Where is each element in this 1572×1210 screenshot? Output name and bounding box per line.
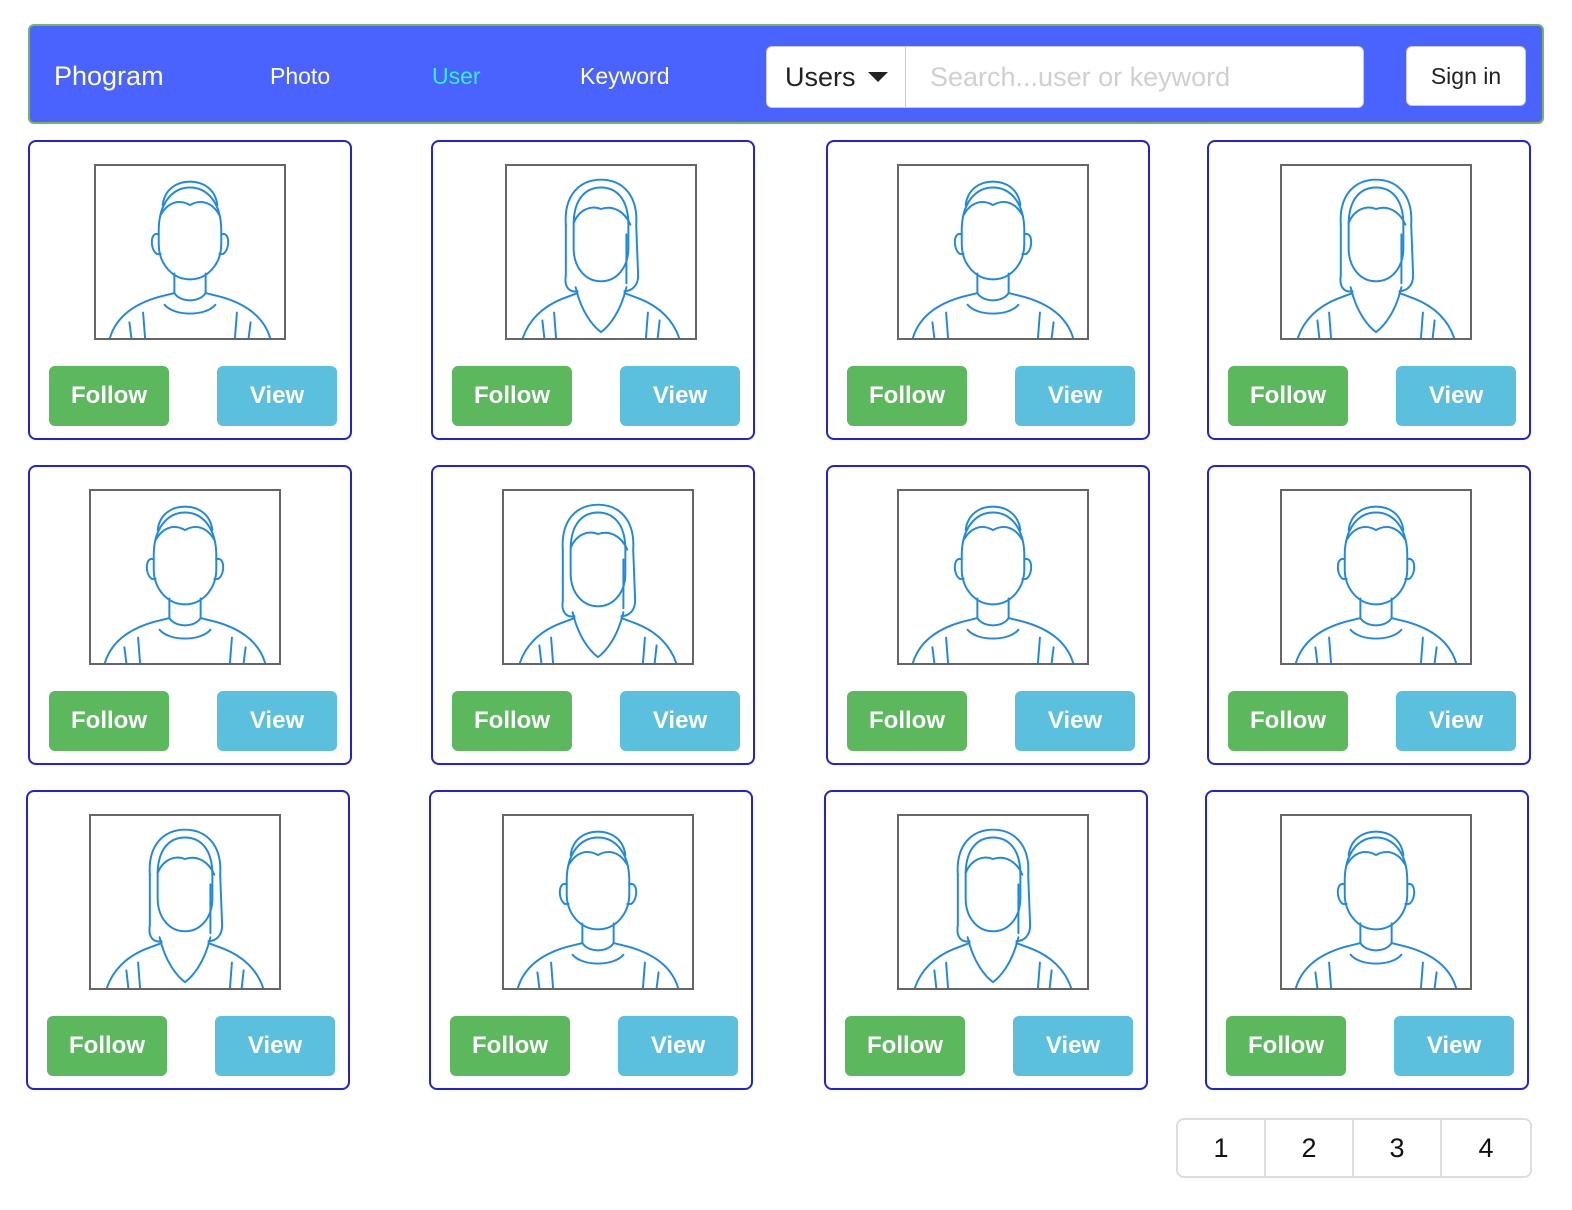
page-link-3[interactable]: 3 (1354, 1120, 1442, 1176)
view-button[interactable]: View (1394, 1016, 1514, 1076)
view-button[interactable]: View (217, 366, 337, 426)
follow-button[interactable]: Follow (845, 1016, 965, 1076)
user-card: Follow View (1205, 790, 1529, 1090)
view-button[interactable]: View (1015, 691, 1135, 751)
view-button[interactable]: View (217, 691, 337, 751)
nav-link-photo[interactable]: Photo (270, 62, 330, 90)
view-button[interactable]: View (1015, 366, 1135, 426)
follow-button[interactable]: Follow (847, 366, 967, 426)
user-card: Follow View (826, 140, 1150, 440)
user-card: Follow View (26, 790, 350, 1090)
female-avatar-icon[interactable] (502, 489, 694, 665)
follow-button[interactable]: Follow (49, 691, 169, 751)
nav-link-user[interactable]: User (432, 62, 481, 90)
caret-down-icon (867, 72, 888, 82)
page-link-2[interactable]: 2 (1266, 1120, 1354, 1176)
view-button[interactable]: View (620, 366, 740, 426)
follow-button[interactable]: Follow (450, 1016, 570, 1076)
user-card: Follow View (826, 465, 1150, 765)
male-avatar-icon[interactable] (94, 164, 286, 340)
view-button[interactable]: View (618, 1016, 738, 1076)
user-grid: Follow View Follow View Follow View Follow View… (0, 0, 1572, 1210)
female-avatar-icon[interactable] (89, 814, 281, 990)
view-button[interactable]: View (1396, 366, 1516, 426)
user-card: Follow View (1207, 465, 1531, 765)
follow-button[interactable]: Follow (49, 366, 169, 426)
nav-link-keyword[interactable]: Keyword (580, 62, 669, 90)
follow-button[interactable]: Follow (1228, 691, 1348, 751)
page-link-4[interactable]: 4 (1442, 1120, 1530, 1176)
sign-in-button[interactable]: Sign in (1406, 46, 1526, 106)
male-avatar-icon[interactable] (1280, 814, 1472, 990)
search-type-dropdown[interactable]: Users (766, 46, 906, 108)
follow-button[interactable]: Follow (47, 1016, 167, 1076)
male-avatar-icon[interactable] (502, 814, 694, 990)
view-button[interactable]: View (215, 1016, 335, 1076)
male-avatar-icon[interactable] (897, 164, 1089, 340)
follow-button[interactable]: Follow (452, 366, 572, 426)
follow-button[interactable]: Follow (452, 691, 572, 751)
follow-button[interactable]: Follow (1226, 1016, 1346, 1076)
user-card: Follow View (431, 140, 755, 440)
follow-button[interactable]: Follow (847, 691, 967, 751)
page-link-1[interactable]: 1 (1178, 1120, 1266, 1176)
pagination: 1 2 3 4 (1176, 1118, 1532, 1178)
top-navbar: Phogram Photo User Keyword Users Sign in (28, 24, 1544, 124)
user-card: Follow View (28, 140, 352, 440)
view-button[interactable]: View (1013, 1016, 1133, 1076)
user-card: Follow View (431, 465, 755, 765)
user-card: Follow View (429, 790, 753, 1090)
search-input[interactable] (906, 46, 1364, 108)
follow-button[interactable]: Follow (1228, 366, 1348, 426)
female-avatar-icon[interactable] (505, 164, 697, 340)
user-card: Follow View (824, 790, 1148, 1090)
male-avatar-icon[interactable] (89, 489, 281, 665)
male-avatar-icon[interactable] (897, 489, 1089, 665)
search-type-label: Users (785, 61, 856, 92)
user-card: Follow View (1207, 140, 1531, 440)
user-card: Follow View (28, 465, 352, 765)
female-avatar-icon[interactable] (1280, 164, 1472, 340)
view-button[interactable]: View (620, 691, 740, 751)
brand-logo[interactable]: Phogram (54, 60, 164, 92)
female-avatar-icon[interactable] (897, 814, 1089, 990)
search-group: Users (766, 46, 1364, 108)
male-avatar-icon[interactable] (1280, 489, 1472, 665)
view-button[interactable]: View (1396, 691, 1516, 751)
